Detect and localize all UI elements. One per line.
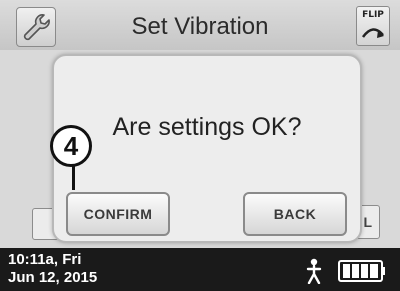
pump-screen: Set Vibration FLIP EL Are settings OK? C… <box>0 0 400 291</box>
confirm-button[interactable]: CONFIRM <box>66 192 170 236</box>
status-date: Jun 12, 2015 <box>8 269 98 286</box>
person-icon <box>306 258 322 284</box>
battery-full-icon <box>338 260 385 282</box>
settings-tool-button[interactable] <box>16 7 56 47</box>
back-button[interactable]: BACK <box>243 192 347 236</box>
status-time: 10:11a, Fri <box>8 251 82 268</box>
page-title: Set Vibration <box>131 13 269 40</box>
confirm-dialog: Are settings OK? CONFIRM BACK <box>52 54 362 243</box>
header-bar: Set Vibration FLIP <box>0 0 400 50</box>
wrench-icon <box>23 14 50 41</box>
flip-arrow-icon <box>361 28 384 38</box>
step-marker: 4 <box>50 125 92 167</box>
dialog-message: Are settings OK? <box>112 113 302 141</box>
flip-button[interactable]: FLIP <box>356 6 390 46</box>
step-marker-pointer <box>72 166 75 190</box>
status-bar: 10:11a, Fri Jun 12, 2015 <box>0 248 400 291</box>
